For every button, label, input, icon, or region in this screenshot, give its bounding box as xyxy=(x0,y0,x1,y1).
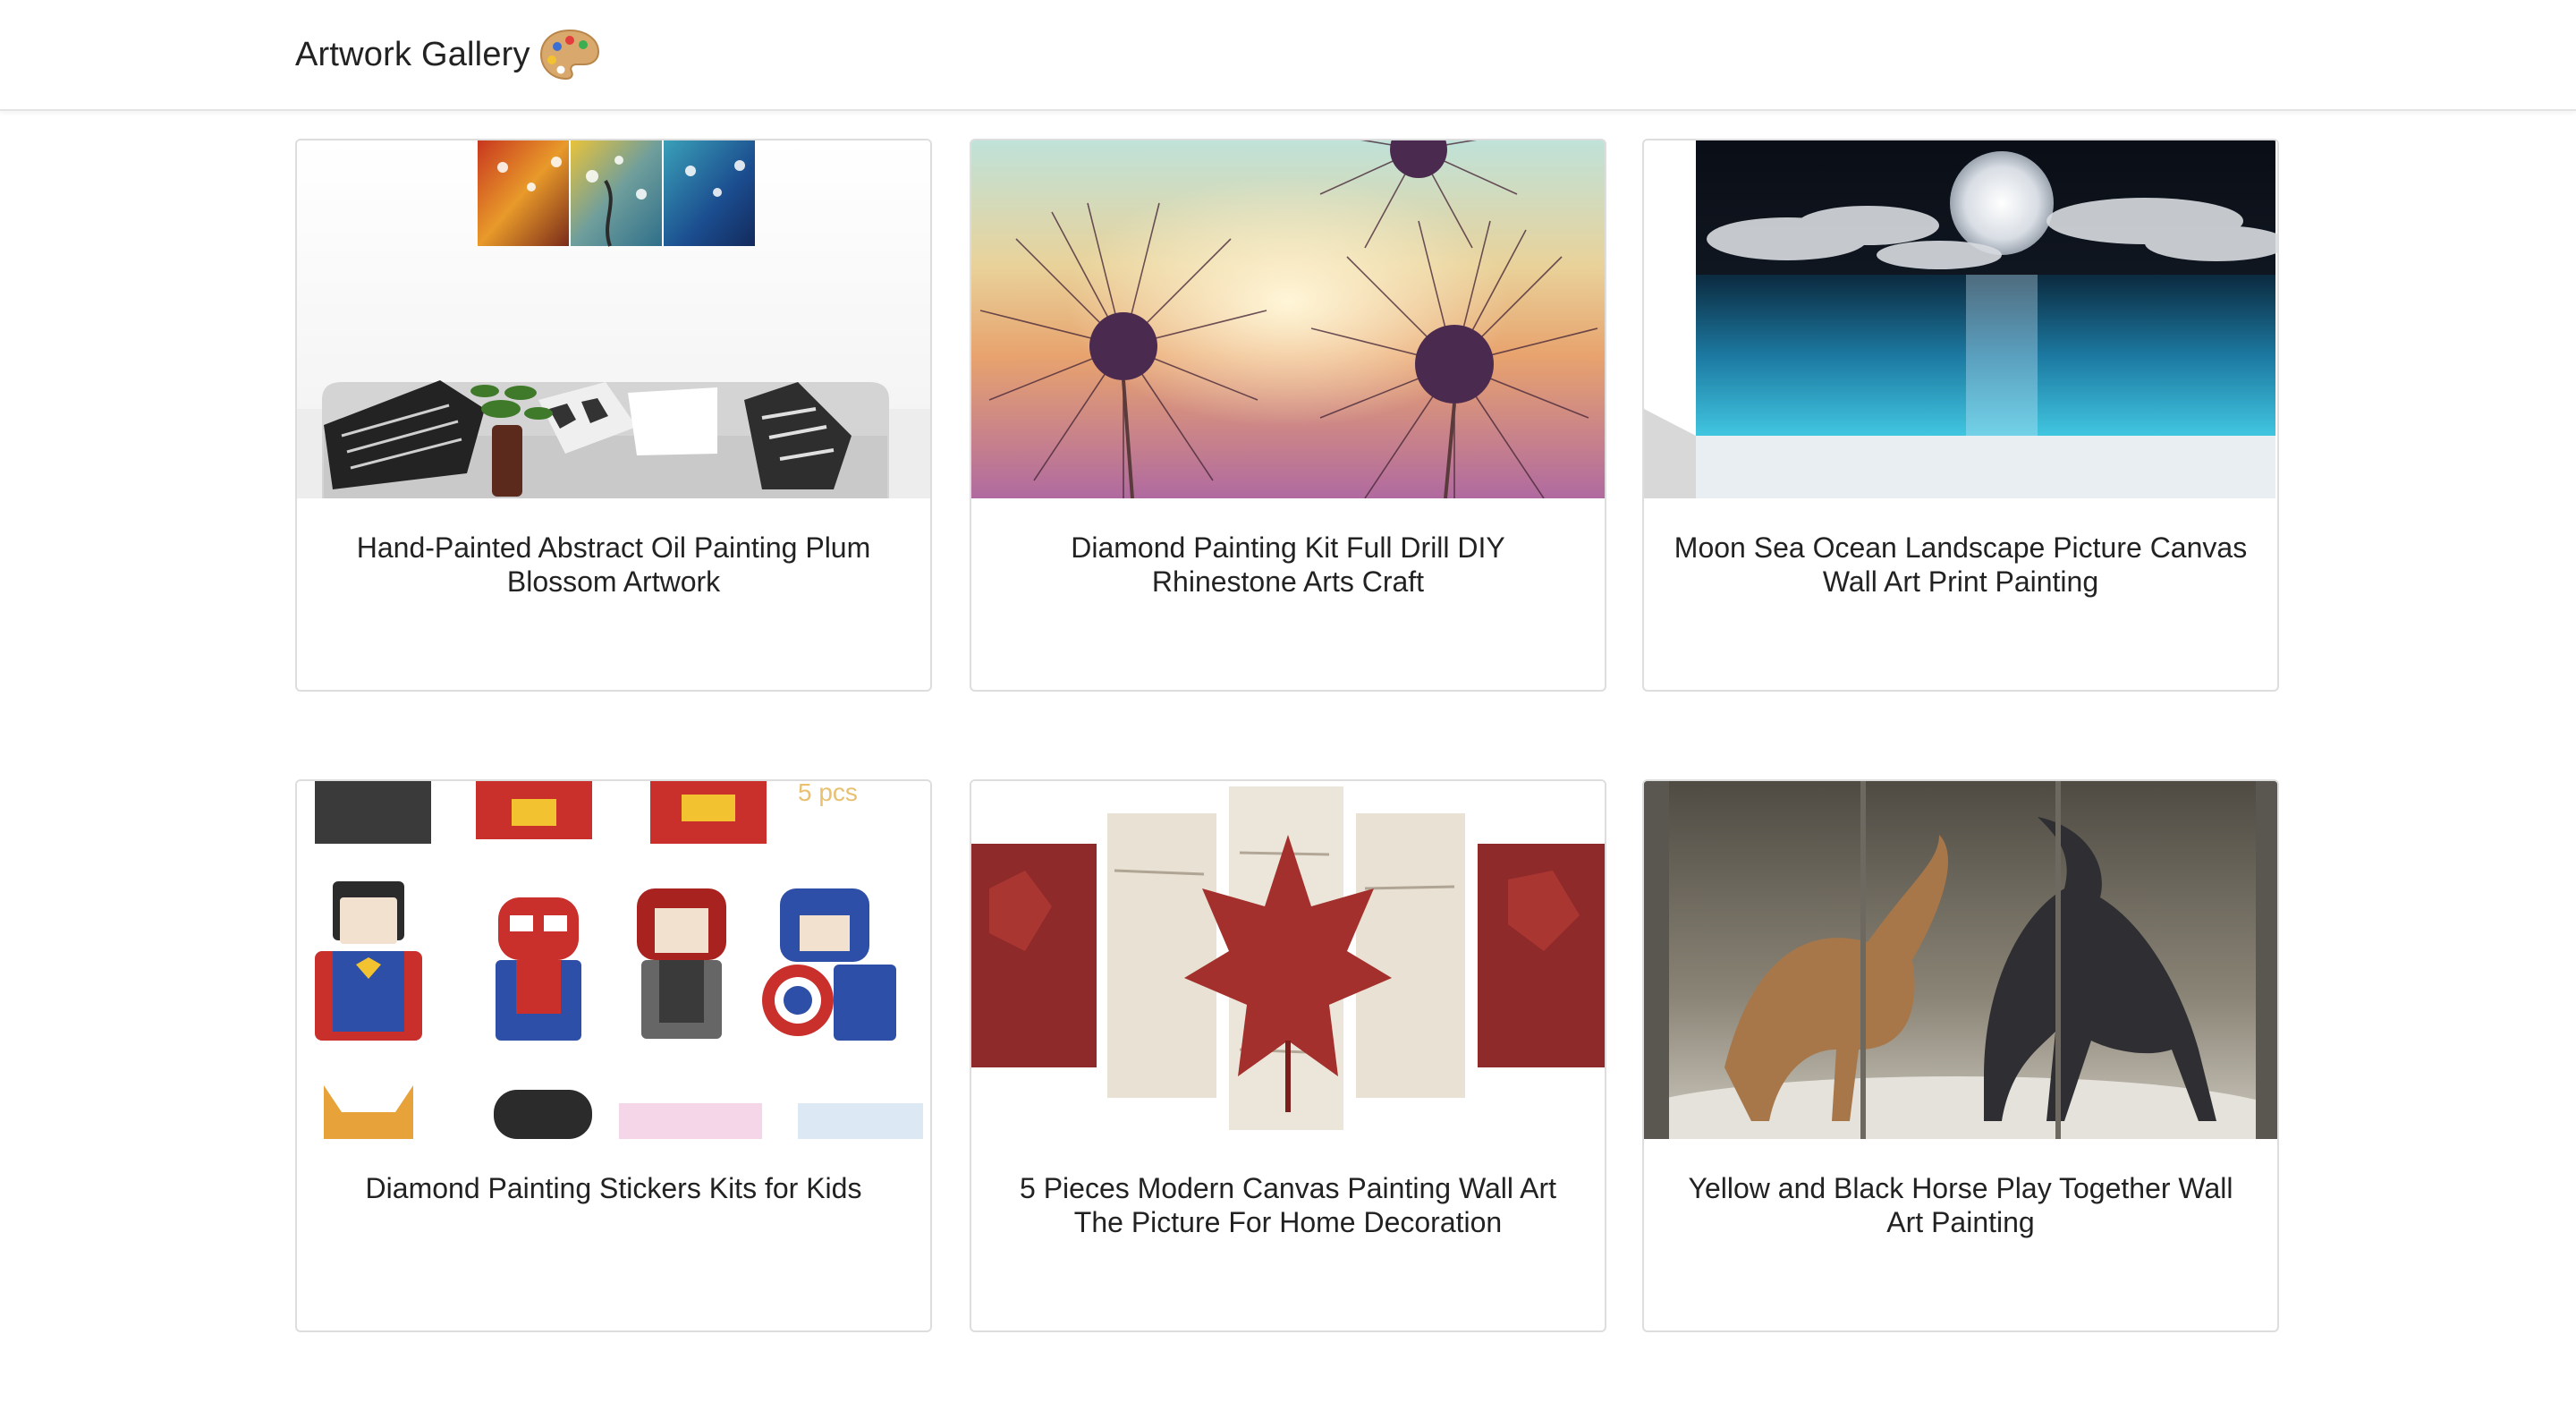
artist-palette-icon xyxy=(538,27,602,82)
artwork-title: Yellow and Black Horse Play Together Wal… xyxy=(1688,1172,2233,1238)
artwork-card[interactable]: Moon Sea Ocean Landscape Picture Canvas … xyxy=(1642,139,2279,692)
artwork-image-horses[interactable] xyxy=(1644,781,2277,1139)
artwork-image-dandelion[interactable] xyxy=(971,140,1605,498)
artwork-title: Diamond Painting Stickers Kits for Kids xyxy=(365,1172,862,1204)
navbar: Artwork Gallery xyxy=(0,0,2576,111)
brand-link[interactable]: Artwork Gallery xyxy=(295,23,602,86)
artwork-image-moon-sea[interactable] xyxy=(1644,140,2277,498)
artwork-card[interactable]: 5 Pieces Modern Canvas Painting Wall Art… xyxy=(970,779,1606,1332)
brand-title: Artwork Gallery xyxy=(295,35,530,73)
artwork-title: Hand-Painted Abstract Oil Painting Plum … xyxy=(356,531,871,598)
artwork-title: 5 Pieces Modern Canvas Painting Wall Art… xyxy=(1020,1172,1556,1238)
artwork-card[interactable]: 5 pcs Diamond Painting Stickers Kits for… xyxy=(295,779,932,1332)
artwork-image-plum-blossom[interactable] xyxy=(297,140,930,498)
artwork-card[interactable]: Yellow and Black Horse Play Together Wal… xyxy=(1642,779,2279,1332)
artwork-card[interactable]: Hand-Painted Abstract Oil Painting Plum … xyxy=(295,139,932,692)
artwork-image-superhero-stickers[interactable]: 5 pcs xyxy=(297,781,930,1139)
artwork-image-maple-leaf[interactable] xyxy=(971,781,1605,1139)
artwork-title: Diamond Painting Kit Full Drill DIY Rhin… xyxy=(1071,531,1505,598)
artwork-title: Moon Sea Ocean Landscape Picture Canvas … xyxy=(1674,531,2248,598)
artwork-card[interactable]: Diamond Painting Kit Full Drill DIY Rhin… xyxy=(970,139,1606,692)
svg-text:5 pcs: 5 pcs xyxy=(798,781,858,806)
